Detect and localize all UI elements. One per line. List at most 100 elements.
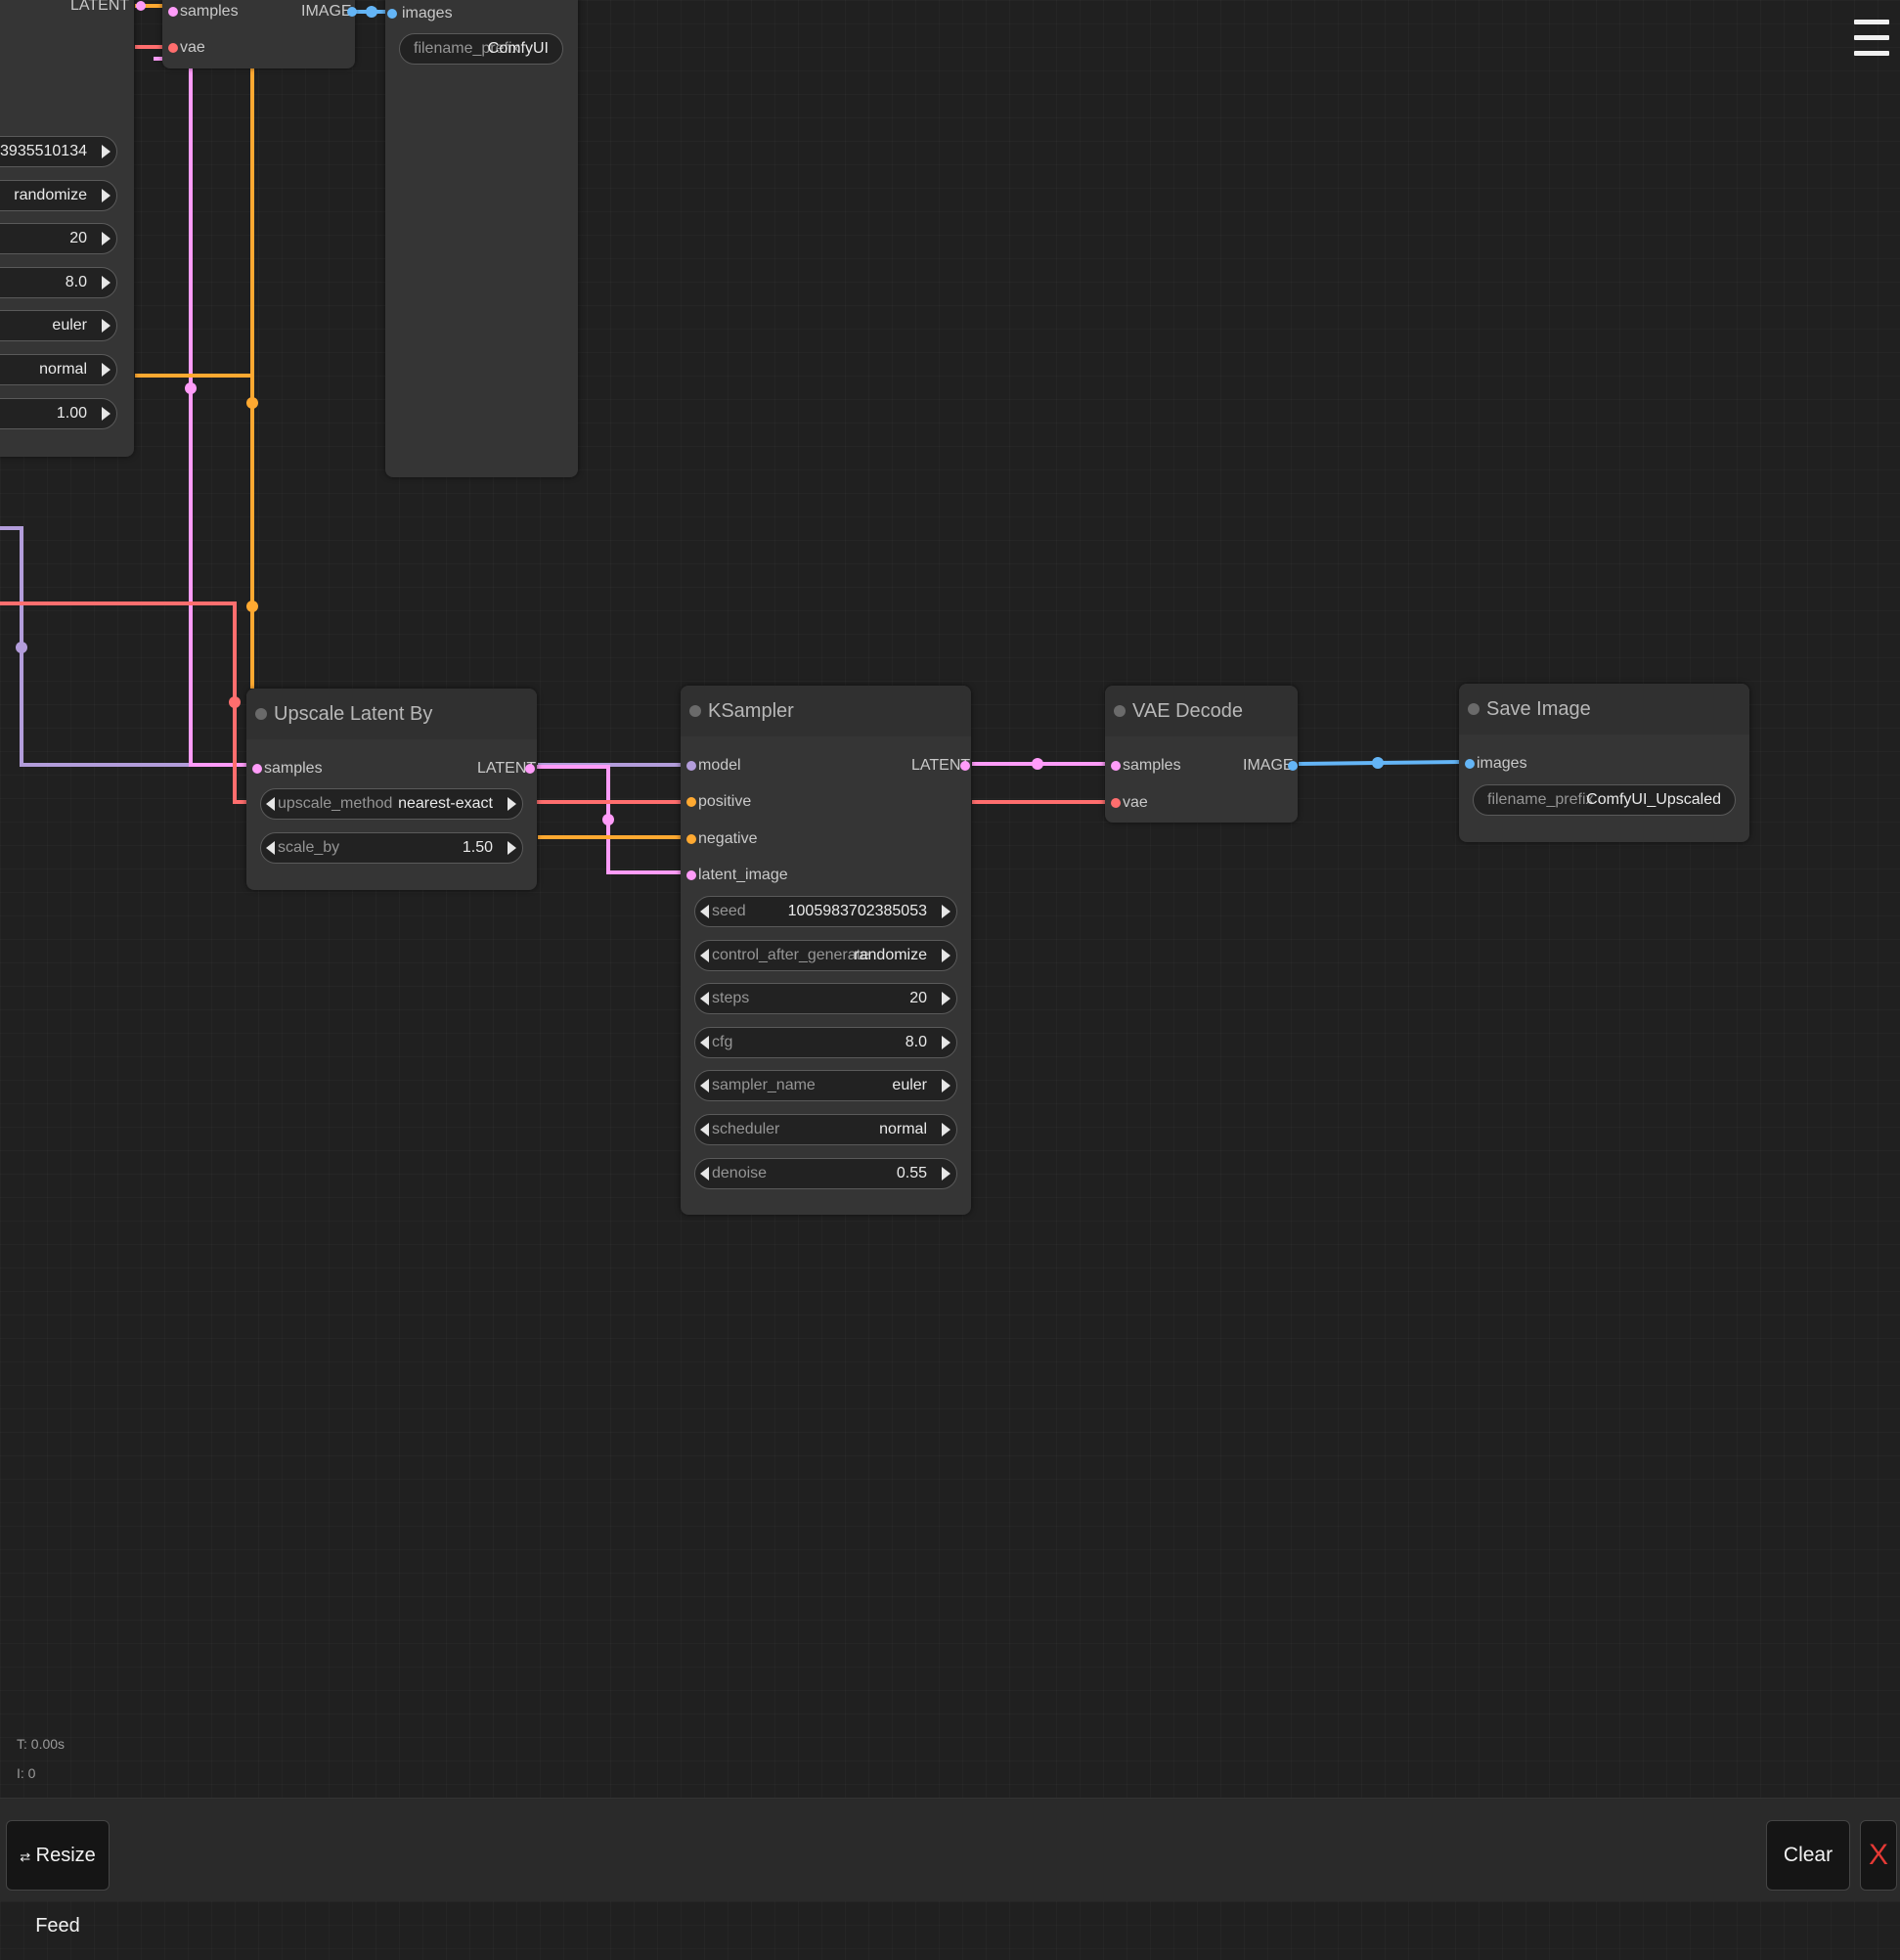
node-collapse-dot[interactable] [255, 708, 267, 720]
widget-value: ComfyUI_Upscaled [1586, 791, 1721, 808]
node-collapse-dot[interactable] [689, 705, 701, 717]
partial-save-image-node[interactable]: images filename_prefix ComfyUI [385, 0, 578, 477]
images-input-label: images [1477, 755, 1527, 772]
clear-button[interactable]: Clear [1766, 1820, 1850, 1891]
denoise-widget[interactable]: denoise 0.55 [694, 1157, 957, 1189]
increment-arrow-icon[interactable] [102, 188, 110, 202]
increment-arrow-icon[interactable] [942, 1079, 950, 1093]
decrement-arrow-icon[interactable] [700, 992, 709, 1006]
node-title: VAE Decode [1132, 700, 1244, 722]
save-image-node[interactable]: Save Image images filename_prefix ComfyU… [1459, 684, 1749, 842]
partial-ksampler-widget[interactable]: 8.0 [0, 266, 117, 298]
samples-input-slot[interactable] [168, 7, 178, 17]
increment-arrow-icon[interactable] [508, 797, 516, 811]
increment-arrow-icon[interactable] [508, 841, 516, 855]
latent-link-top [154, 57, 256, 767]
seed-widget[interactable]: seed 1005983702385053 [694, 896, 957, 927]
partial-ksampler-widget[interactable]: 20 [0, 223, 117, 255]
widget-value: 8.0 [65, 273, 87, 290]
widget-value: euler [52, 317, 87, 334]
samples-input-slot[interactable] [1111, 761, 1121, 771]
bottom-bar: ⇄ Resize Feed Clear X [0, 1798, 1900, 1937]
latent-image-input-slot[interactable] [686, 869, 696, 880]
image-output-label: IMAGE [1243, 757, 1294, 774]
node-title: Save Image [1486, 698, 1591, 720]
ksampler-node[interactable]: KSampler model positive negative latent_ima… [681, 686, 971, 1215]
image-output-slot[interactable] [347, 7, 357, 17]
latent-output-label: LATENT [70, 0, 130, 14]
widget-value: 1005983702385053 [787, 903, 927, 919]
link-center-dot [246, 397, 258, 409]
decrement-arrow-icon[interactable] [700, 1166, 709, 1180]
widget-value: nearest-exact [398, 795, 493, 812]
increment-arrow-icon[interactable] [102, 406, 110, 421]
decrement-arrow-icon[interactable] [700, 948, 709, 962]
widget-label: control_after_generate [712, 946, 869, 963]
negative-input-slot[interactable] [686, 833, 696, 844]
model-input-slot[interactable] [686, 761, 696, 771]
increment-arrow-icon[interactable] [942, 1035, 950, 1049]
positive-input-label: positive [698, 793, 752, 811]
latent-output-slot[interactable] [525, 764, 535, 774]
partial-ksampler-widget[interactable]: randomize [0, 179, 117, 211]
partial-vae-decode-node[interactable]: samples vae IMAGE [162, 0, 357, 68]
samples-input-slot[interactable] [252, 764, 262, 774]
widget-label: steps [712, 990, 750, 1007]
increment-arrow-icon[interactable] [102, 319, 110, 334]
increment-arrow-icon[interactable] [942, 992, 950, 1006]
increment-arrow-icon[interactable] [942, 1166, 950, 1180]
scheduler-widget[interactable]: scheduler normal [694, 1114, 957, 1145]
partial-ksampler-widget[interactable]: 41913935510134 [0, 136, 117, 167]
images-input-slot[interactable] [1465, 759, 1475, 769]
latent-output-slot[interactable] [960, 761, 970, 771]
filename-prefix-widget[interactable]: filename_prefix ComfyUI [399, 33, 563, 65]
vae-input-label: vae [1123, 794, 1148, 811]
decrement-arrow-icon[interactable] [266, 797, 275, 811]
cfg-widget[interactable]: cfg 8.0 [694, 1026, 957, 1058]
increment-arrow-icon[interactable] [942, 1123, 950, 1136]
widget-value: randomize [854, 946, 927, 963]
link-center-dot [16, 642, 27, 653]
increment-arrow-icon[interactable] [102, 145, 110, 158]
vae-input-slot[interactable] [168, 43, 178, 53]
positive-input-slot[interactable] [686, 797, 696, 808]
increment-arrow-icon[interactable] [942, 948, 950, 962]
decrement-arrow-icon[interactable] [700, 1035, 709, 1049]
upscale-latent-by-node[interactable]: Upscale Latent By samples LATENT upscale… [246, 689, 537, 890]
increment-arrow-icon[interactable] [102, 363, 110, 377]
upscale-method-widget[interactable]: upscale_method nearest-exact [260, 788, 523, 820]
partial-ksampler-widget[interactable]: euler [0, 310, 117, 342]
steps-widget[interactable]: steps 20 [694, 983, 957, 1015]
iterations-stat: I: 0 [17, 1765, 36, 1781]
latent-output-slot[interactable] [136, 1, 146, 11]
partial-ksampler-node[interactable]: LATENT 41913935510134 randomize 20 8.0 euler… [0, 0, 146, 457]
partial-ksampler-widget[interactable]: 1.00 [0, 397, 117, 429]
decrement-arrow-icon[interactable] [700, 1079, 709, 1093]
resize-icon: ⇄ [20, 1849, 31, 1864]
decrement-arrow-icon[interactable] [700, 905, 709, 918]
filename-prefix-widget[interactable]: filename_prefix ComfyUI_Upscaled [1473, 784, 1736, 816]
scale-by-widget[interactable]: scale_by 1.50 [260, 832, 523, 864]
increment-arrow-icon[interactable] [942, 905, 950, 918]
increment-arrow-icon[interactable] [102, 275, 110, 290]
resize-feed-button[interactable]: ⇄ Resize Feed [6, 1820, 110, 1937]
widget-value: 1.00 [56, 404, 87, 422]
sampler-name-widget[interactable]: sampler_name euler [694, 1070, 957, 1102]
partial-ksampler-widget[interactable]: normal [0, 354, 117, 385]
vae-decode-node[interactable]: VAE Decode samples vae IMAGE [1105, 686, 1298, 823]
image-output-slot[interactable] [1288, 761, 1298, 771]
decrement-arrow-icon[interactable] [700, 1123, 709, 1136]
vae-input-slot[interactable] [1111, 798, 1121, 808]
widget-label: scheduler [712, 1121, 780, 1137]
node-collapse-dot[interactable] [1114, 705, 1126, 717]
close-button[interactable]: X [1860, 1820, 1897, 1891]
control-after-generate-widget[interactable]: control_after_generate randomize [694, 939, 957, 971]
hamburger-menu-icon[interactable] [1854, 20, 1889, 82]
model-input-label: model [698, 757, 741, 774]
increment-arrow-icon[interactable] [102, 232, 110, 246]
images-input-slot[interactable] [387, 9, 397, 19]
widget-value: ComfyUI [487, 40, 549, 57]
decrement-arrow-icon[interactable] [266, 841, 275, 855]
widget-value: 0.55 [896, 1164, 927, 1181]
node-collapse-dot[interactable] [1468, 703, 1480, 715]
